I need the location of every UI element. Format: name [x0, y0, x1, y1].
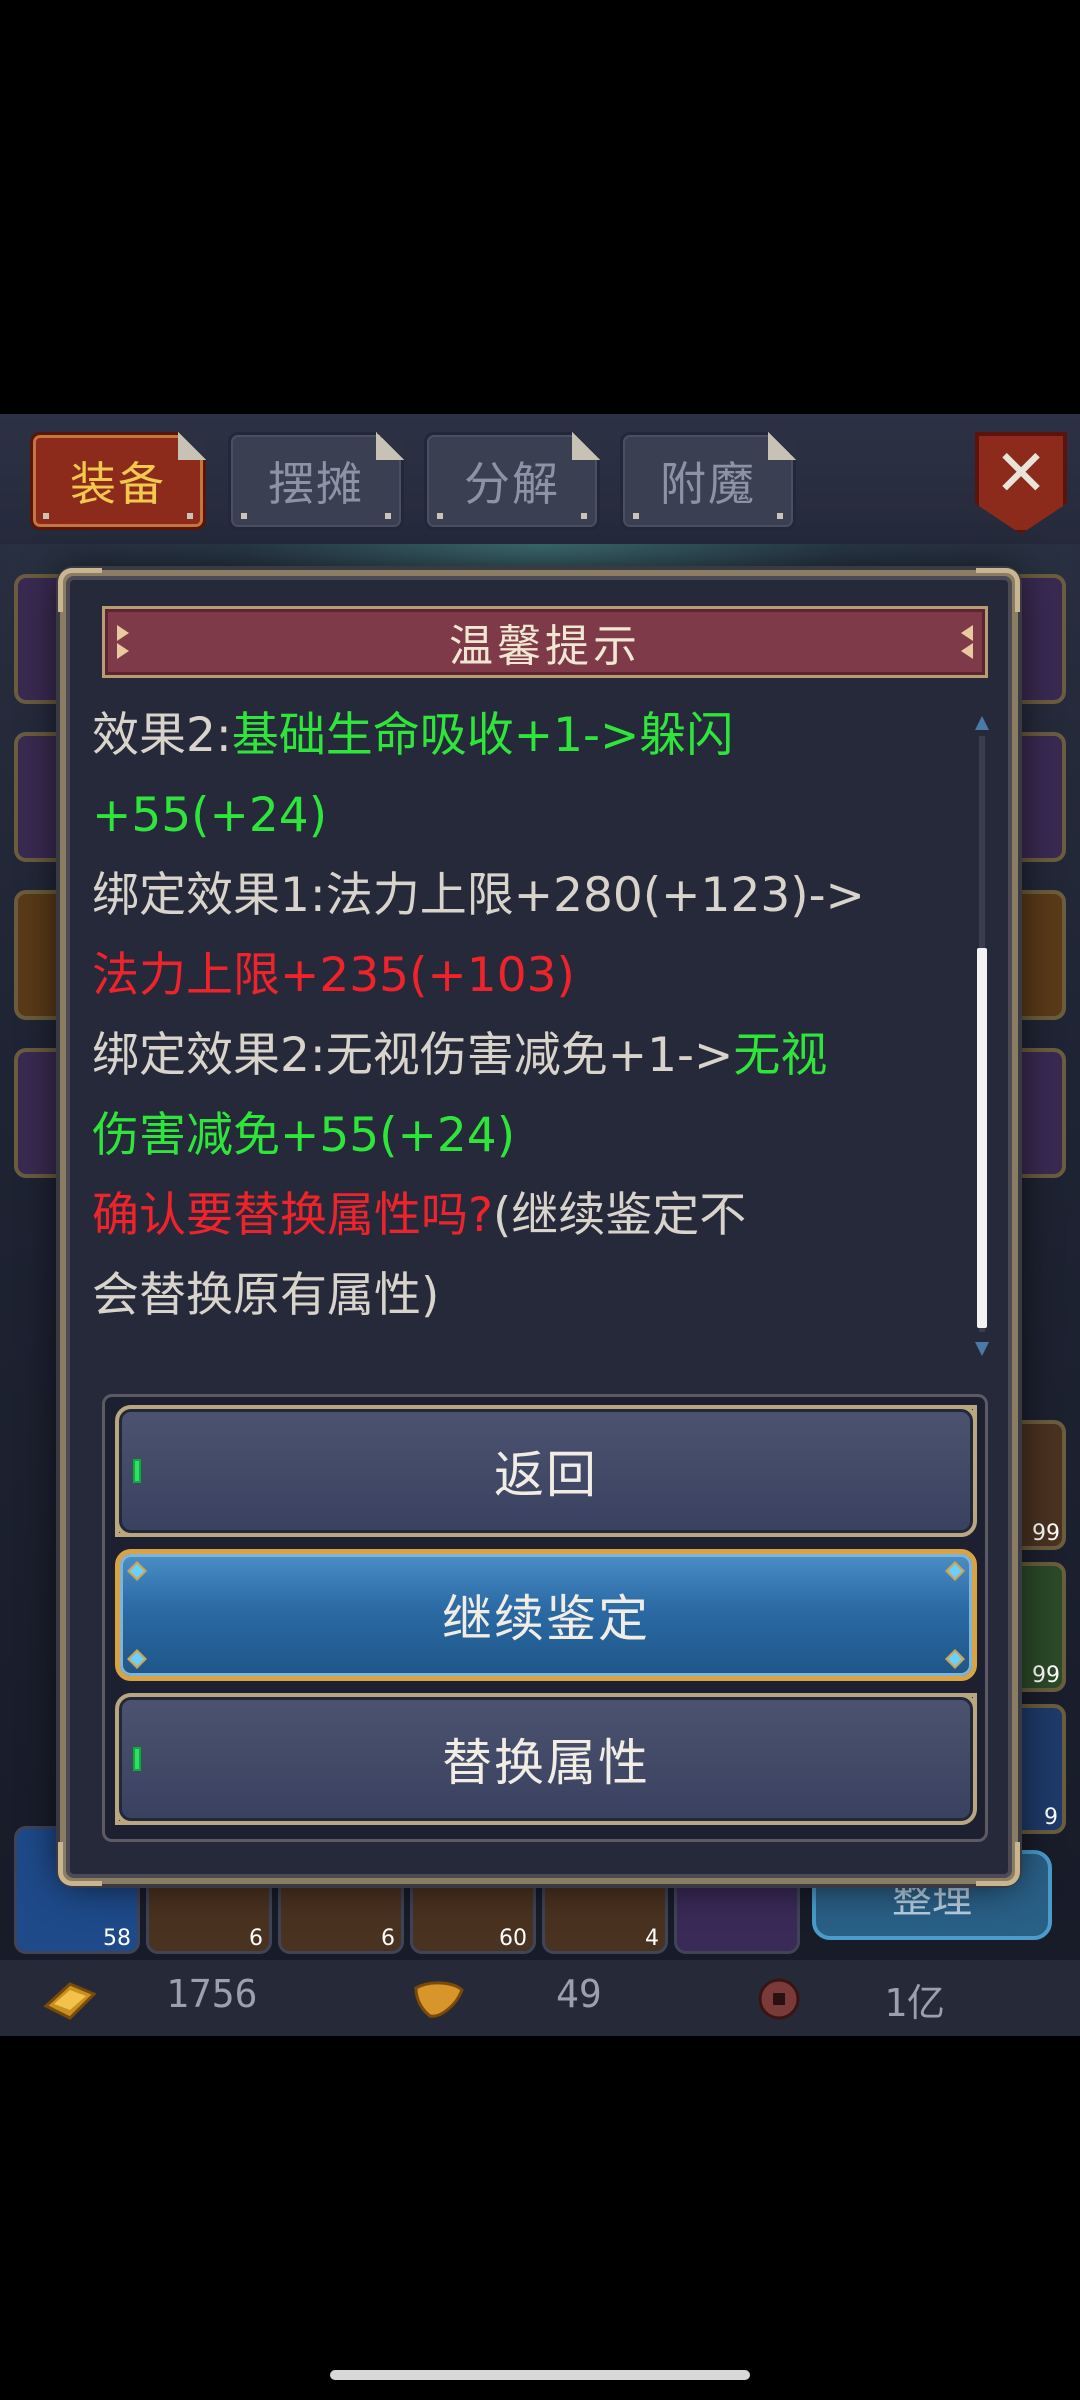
tab-enchant-label: 附魔 [660, 457, 756, 511]
button-panel: 返回 继续鉴定 替换属性 [102, 1394, 988, 1842]
leaf-amount: 49 [556, 1972, 602, 2016]
continue-appraise-button[interactable]: 继续鉴定 [115, 1549, 977, 1681]
bound-effect-2: 绑定效果2:无视伤害减免+1-> [92, 1028, 734, 1083]
gem-icon [945, 1561, 965, 1581]
button-corner [937, 1693, 977, 1733]
corner-ornament [58, 1842, 102, 1886]
back-button[interactable]: 返回 [115, 1405, 977, 1537]
stack-count: 4 [645, 1926, 659, 1951]
stack-count: 99 [1032, 1521, 1060, 1546]
gem-icon [127, 1561, 147, 1581]
tab-dot [581, 513, 587, 519]
message-line: 伤害减免+55(+24) [92, 1096, 972, 1176]
replace-attribute-label: 替换属性 [442, 1734, 650, 1792]
close-x-icon: ✕ [994, 437, 1048, 511]
tab-decompose-label: 分解 [464, 457, 560, 511]
title-ornament-icon [117, 625, 129, 659]
leaf-icon [414, 1981, 464, 2018]
message-line: 会替换原有属性) [92, 1256, 972, 1336]
tab-enchant[interactable]: 附魔 [620, 432, 796, 530]
scroll-thumb[interactable] [977, 948, 987, 1328]
corner-ornament [58, 568, 102, 612]
bound-effect-1: 绑定效果1:法力上限+280(+123)-> [92, 868, 865, 923]
tab-decompose[interactable]: 分解 [424, 432, 600, 530]
replace-attribute-button[interactable]: 替换属性 [115, 1693, 977, 1825]
effect-change: 基础生命吸收+1->躲闪 [231, 708, 734, 763]
button-corner [115, 1785, 155, 1825]
dialog-title: 温馨提示 [449, 621, 641, 672]
tab-dot [777, 513, 783, 519]
dialog-title-bar: 温馨提示 [102, 606, 988, 678]
button-corner [115, 1497, 155, 1537]
bound-effect-2-value: 伤害减免+55(+24) [92, 1108, 516, 1163]
tip-dialog: 温馨提示 效果2:基础生命吸收+1->躲闪 +55(+24) 绑定效果1:法力上… [58, 568, 1020, 1886]
bound-effect-2-new: 无视 [733, 1028, 828, 1083]
effect-value: +55(+24) [92, 788, 328, 843]
message-line: 确认要替换属性吗?(继续鉴定不 [92, 1176, 972, 1256]
title-ornament-icon [961, 625, 973, 659]
home-indicator[interactable] [330, 2370, 750, 2380]
scroll-down-icon[interactable] [975, 1342, 989, 1356]
confirm-note: (继续鉴定不 [492, 1188, 747, 1243]
message-line: +55(+24) [92, 776, 972, 856]
coin-amount: 1亿 [884, 1981, 945, 2025]
message-line: 绑定效果2:无视伤害减免+1->无视 [92, 1016, 972, 1096]
message-line: 效果2:基础生命吸收+1->躲闪 [92, 696, 972, 776]
effect-label: 效果2: [92, 708, 232, 763]
stack-count: 6 [249, 1926, 263, 1951]
tab-stall[interactable]: 摆摊 [228, 432, 404, 530]
message-line: 绑定效果1:法力上限+280(+123)-> [92, 856, 972, 936]
tab-dot [633, 513, 639, 519]
gem-icon [127, 1649, 147, 1669]
continue-appraise-label: 继续鉴定 [442, 1590, 650, 1648]
tab-equipment[interactable]: 装备 [30, 432, 206, 530]
tab-dot [187, 513, 193, 519]
message-scrollbar[interactable] [973, 716, 991, 1356]
tab-equipment-label: 装备 [70, 457, 166, 511]
tab-corner [178, 432, 206, 460]
stack-count: 99 [1032, 1663, 1060, 1688]
gold-amount: 1756 [166, 1972, 258, 2016]
button-pip-icon [133, 1459, 141, 1483]
tab-dot [43, 513, 49, 519]
back-button-label: 返回 [494, 1446, 598, 1504]
stack-count: 58 [103, 1926, 131, 1951]
tab-dot [241, 513, 247, 519]
currency-bar: 1756 49 1亿 [0, 1960, 1080, 2036]
stack-count: 60 [499, 1926, 527, 1951]
tab-dot [437, 513, 443, 519]
coin-icon [758, 1978, 800, 2020]
scroll-up-icon[interactable] [975, 716, 989, 730]
tab-stall-label: 摆摊 [268, 457, 364, 511]
tab-corner [572, 432, 600, 460]
confirm-note-cont: 会替换原有属性) [92, 1268, 440, 1323]
button-corner [937, 1405, 977, 1445]
confirm-question: 确认要替换属性吗? [92, 1188, 493, 1243]
tab-corner [768, 432, 796, 460]
message-line: 法力上限+235(+103) [92, 936, 972, 1016]
message-body: 效果2:基础生命吸收+1->躲闪 +55(+24) 绑定效果1:法力上限+280… [92, 696, 972, 1346]
tab-dot [385, 513, 391, 519]
tab-corner [376, 432, 404, 460]
bound-effect-1-new: 法力上限+235(+103) [92, 948, 575, 1003]
button-pip-icon [133, 1747, 141, 1771]
gem-icon [945, 1649, 965, 1669]
gold-bar-icon [43, 1982, 97, 2020]
stack-count: 6 [381, 1926, 395, 1951]
corner-ornament [976, 1842, 1020, 1886]
close-button[interactable]: ✕ [975, 432, 1067, 534]
